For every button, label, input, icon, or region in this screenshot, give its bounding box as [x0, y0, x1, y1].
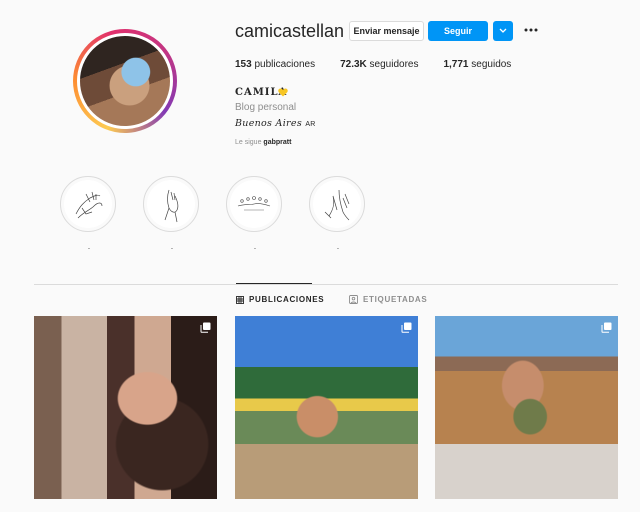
- follow-button[interactable]: Seguir: [428, 21, 488, 41]
- highlight-label: .: [87, 242, 91, 251]
- followers-label: seguidores: [369, 59, 419, 70]
- chevron-down-icon: [499, 28, 507, 33]
- story-highlight[interactable]: .: [226, 176, 284, 252]
- story-highlight[interactable]: .: [309, 176, 367, 252]
- bio-location: Buenos Aires AR: [235, 118, 316, 129]
- grid-icon: [236, 295, 244, 304]
- hands-sketch-icon: [75, 191, 103, 219]
- followers-stat[interactable]: 72.3K seguidores: [340, 59, 418, 70]
- post-thumbnail[interactable]: [235, 316, 418, 499]
- highlight-label: .: [253, 242, 257, 251]
- following-stat[interactable]: 1,771 seguidos: [443, 59, 511, 70]
- post-thumbnail[interactable]: [435, 316, 618, 499]
- more-dots-icon: [524, 28, 538, 32]
- followed-by-user[interactable]: gabpratt: [263, 139, 291, 146]
- location-country: AR: [305, 121, 316, 128]
- story-highlight[interactable]: .: [60, 176, 118, 252]
- avatar[interactable]: [77, 33, 173, 129]
- hand-sketch-icon: [164, 189, 179, 223]
- suggested-accounts-button[interactable]: [493, 21, 513, 41]
- send-message-button[interactable]: Enviar mensaje: [349, 21, 424, 41]
- posts-count: 153: [235, 59, 252, 70]
- tabs-divider: [34, 284, 618, 285]
- followers-count: 72.3K: [340, 59, 367, 70]
- active-tab-indicator: [236, 283, 312, 284]
- username: camicastellan: [235, 21, 345, 41]
- multiple-photos-icon: [200, 322, 211, 333]
- more-options-button[interactable]: [523, 22, 539, 38]
- profile-stats: 153 publicaciones 72.3K seguidores 1,771…: [235, 59, 536, 70]
- tab-posts[interactable]: PUBLICACIONES: [236, 295, 324, 304]
- posts-stat: 153 publicaciones: [235, 59, 315, 70]
- category-label: Blog personal: [235, 102, 297, 113]
- tag-icon: [349, 295, 358, 304]
- tab-label: ETIQUETADAS: [363, 295, 428, 304]
- flowers-sketch-icon: [237, 196, 271, 211]
- yellow-heart-icon: [278, 88, 288, 97]
- following-label: seguidos: [471, 59, 512, 70]
- location-city: Buenos Aires: [235, 118, 302, 129]
- multiple-photos-icon: [401, 322, 412, 333]
- fingers-sketch-icon: [324, 189, 350, 221]
- story-highlight[interactable]: .: [143, 176, 201, 252]
- profile-avatar-ring[interactable]: [73, 29, 177, 133]
- highlight-label: .: [336, 242, 340, 251]
- tab-label: PUBLICACIONES: [249, 295, 325, 304]
- following-count: 1,771: [443, 59, 469, 70]
- multiple-photos-icon: [601, 322, 612, 333]
- tab-tagged[interactable]: ETIQUETADAS: [349, 295, 427, 304]
- highlight-label: .: [170, 242, 174, 251]
- posts-label: publicaciones: [254, 59, 316, 70]
- post-thumbnail[interactable]: [34, 316, 217, 499]
- followed-by-prefix: Le sigue: [235, 139, 262, 146]
- followed-by[interactable]: Le sigue gabpratt: [235, 139, 291, 146]
